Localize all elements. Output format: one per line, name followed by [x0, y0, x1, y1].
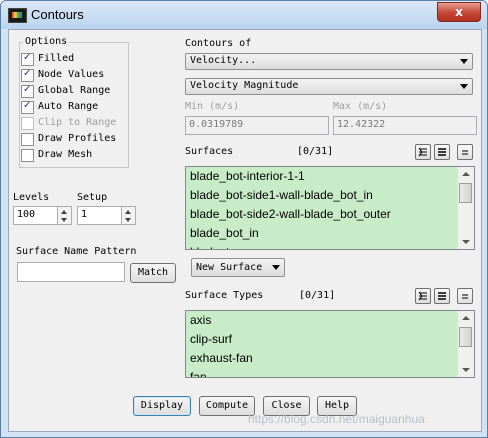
- select-all-types-button[interactable]: [415, 288, 431, 304]
- setup-label: Setup: [77, 192, 108, 203]
- surface-types-list[interactable]: axis clip-surf exhaust-fan fan: [185, 310, 475, 378]
- levels-input[interactable]: 100: [13, 206, 58, 225]
- contours-window: Contours x Options Filled Node Values Gl…: [0, 0, 488, 438]
- list-item[interactable]: clip-surf: [186, 330, 474, 349]
- levels-spinner[interactable]: [58, 206, 72, 225]
- list-item[interactable]: fan: [186, 368, 474, 377]
- surface-types-count: [0/31]: [299, 290, 336, 301]
- list-item[interactable]: blade_bot_in: [186, 224, 474, 243]
- checkbox-label: Clip to Range: [38, 117, 117, 128]
- contours-quantity-dropdown[interactable]: Velocity Magnitude: [185, 78, 473, 95]
- list-item[interactable]: axis: [186, 311, 474, 330]
- deselect-all-surfaces-button[interactable]: [434, 144, 450, 160]
- new-surface-label: New Surface: [196, 262, 263, 273]
- list-item[interactable]: blade_top: [186, 243, 474, 249]
- deselect-all-icon: [438, 148, 446, 156]
- options-legend: Options: [23, 36, 70, 47]
- surface-types-label: Surface Types: [185, 290, 264, 301]
- select-all-surfaces-button[interactable]: [415, 144, 431, 160]
- checkbox-box[interactable]: [21, 68, 34, 82]
- surface-types-scrollbar[interactable]: [457, 311, 474, 377]
- toggle-list-icon: [462, 150, 468, 155]
- checkbox-box[interactable]: [21, 100, 34, 114]
- contours-quantity-value: Velocity Magnitude: [190, 80, 299, 91]
- min-label: Min (m/s): [185, 101, 240, 112]
- checkbox-box[interactable]: [21, 149, 34, 162]
- min-value-field: 0.0319789: [185, 116, 329, 135]
- checkbox-box: [21, 117, 34, 130]
- checkbox-label: Auto Range: [38, 101, 99, 112]
- checkbox-label: Filled: [38, 53, 75, 64]
- scroll-down-icon[interactable]: [462, 368, 470, 372]
- deselect-all-types-button[interactable]: [434, 288, 450, 304]
- select-all-icon: [418, 147, 427, 157]
- max-value-field: 12.42322: [333, 116, 477, 135]
- deselect-all-icon: [438, 292, 446, 300]
- setup-input[interactable]: 1: [77, 206, 122, 225]
- scroll-up-icon[interactable]: [462, 172, 470, 176]
- surfaces-count: [0/31]: [297, 146, 334, 157]
- match-button[interactable]: Match: [130, 263, 176, 283]
- setup-spinner[interactable]: [122, 206, 136, 225]
- surfaces-label: Surfaces: [185, 146, 234, 157]
- contours-of-label: Contours of: [185, 38, 252, 49]
- list-item[interactable]: blade_bot-interior-1-1: [186, 167, 474, 186]
- checkbox-box[interactable]: [21, 52, 34, 66]
- scroll-thumb[interactable]: [459, 327, 472, 347]
- contours-category-dropdown[interactable]: Velocity...: [185, 53, 473, 70]
- checkbox-box[interactable]: [21, 133, 34, 146]
- checkbox-label: Global Range: [38, 85, 111, 96]
- checkbox-label: Draw Profiles: [38, 133, 117, 144]
- display-button[interactable]: Display: [133, 396, 191, 416]
- surfaces-list[interactable]: blade_bot-interior-1-1 blade_bot-side1-w…: [185, 166, 475, 250]
- checkbox-label: Node Values: [38, 69, 105, 80]
- list-item[interactable]: blade_bot-side1-wall-blade_bot_in: [186, 186, 474, 205]
- checkbox-label: Draw Mesh: [38, 149, 93, 160]
- chevron-down-icon: [272, 265, 280, 270]
- select-all-icon: [418, 291, 427, 301]
- scroll-thumb[interactable]: [459, 183, 472, 203]
- toggle-surfaces-button[interactable]: [457, 144, 473, 160]
- watermark: https://blog.csdn.net/maiguanhua: [248, 412, 425, 426]
- list-item[interactable]: blade_bot-side2-wall-blade_bot_outer: [186, 205, 474, 224]
- close-window-button[interactable]: x: [437, 2, 481, 22]
- title-bar[interactable]: Contours x: [1, 1, 487, 29]
- surfaces-scrollbar[interactable]: [457, 167, 474, 249]
- app-icon: [8, 8, 27, 23]
- new-surface-dropdown[interactable]: New Surface: [191, 258, 285, 277]
- list-item[interactable]: exhaust-fan: [186, 349, 474, 368]
- toggle-list-icon: [462, 294, 468, 299]
- compute-button[interactable]: Compute: [199, 396, 255, 416]
- scroll-up-icon[interactable]: [462, 316, 470, 320]
- surface-name-pattern-label: Surface Name Pattern: [16, 246, 137, 257]
- surface-name-pattern-input[interactable]: [17, 262, 125, 282]
- scroll-down-icon[interactable]: [462, 240, 470, 244]
- toggle-types-button[interactable]: [457, 288, 473, 304]
- dialog-body: Options Filled Node Values Global Range …: [8, 29, 482, 432]
- levels-label: Levels: [13, 192, 50, 203]
- chevron-down-icon: [460, 84, 468, 89]
- checkbox-box[interactable]: [21, 84, 34, 98]
- chevron-down-icon: [460, 59, 468, 64]
- max-label: Max (m/s): [333, 101, 388, 112]
- window-title: Contours: [31, 7, 84, 22]
- contours-category-value: Velocity...: [190, 55, 257, 66]
